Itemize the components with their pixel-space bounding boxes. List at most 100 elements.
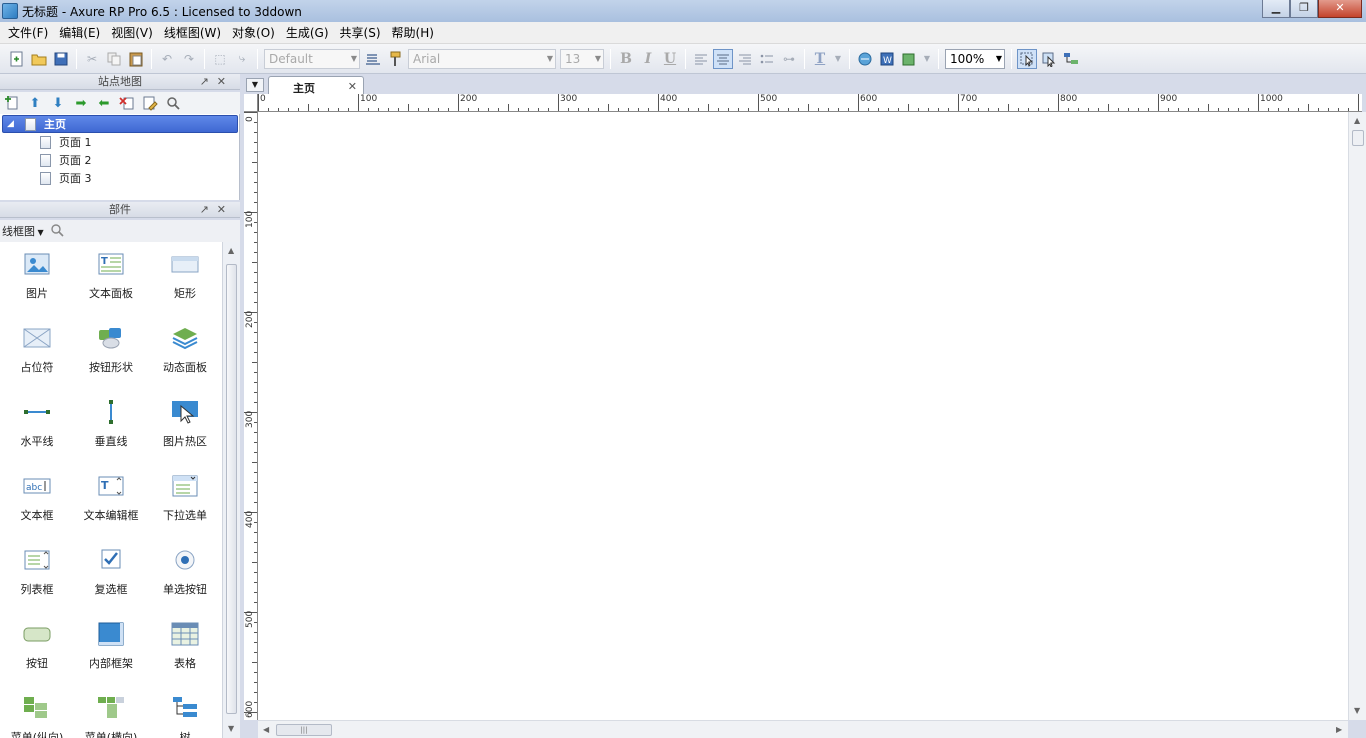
align-right-icon[interactable]	[735, 49, 755, 69]
canvas-vertical-scrollbar[interactable]: ▲ ▼	[1348, 112, 1366, 720]
connector-icon[interactable]: ⤷	[232, 49, 252, 69]
design-canvas[interactable]	[258, 112, 1348, 720]
pin-icon[interactable]: ↗	[200, 75, 217, 88]
select-mode-icon[interactable]	[1017, 48, 1037, 69]
widget-rectangle[interactable]: 矩形	[148, 252, 222, 301]
widget-hotspot[interactable]: 图片热区	[148, 400, 222, 449]
font-combo[interactable]: Arial ▼	[408, 48, 556, 69]
widget-button-shape[interactable]: 按钮形状	[74, 326, 148, 375]
page-properties-icon[interactable]	[140, 94, 160, 112]
scroll-up-icon[interactable]: ▲	[228, 246, 234, 255]
italic-button[interactable]: I	[638, 49, 658, 69]
tree-icon[interactable]	[1061, 49, 1081, 69]
zoom-combo[interactable]: 100% ▼	[945, 48, 1005, 69]
underline-button[interactable]: U	[660, 49, 680, 69]
menu-wireframe[interactable]: 线框图(W)	[160, 22, 225, 44]
widget-radio-button[interactable]: 单选按钮	[148, 548, 222, 597]
scrollbar-thumb[interactable]: |||	[276, 724, 332, 736]
widget-dropdown[interactable]: 下拉选单	[148, 474, 222, 523]
close-button[interactable]: ✕	[1318, 0, 1362, 18]
copy-icon[interactable]	[104, 49, 124, 69]
canvas-horizontal-scrollbar[interactable]: ◀ ||| ▶	[258, 720, 1348, 738]
new-file-icon[interactable]	[7, 49, 27, 69]
add-page-icon[interactable]	[2, 94, 22, 112]
widget-image[interactable]: 图片	[0, 252, 74, 301]
maximize-button[interactable]: ❐	[1290, 0, 1318, 18]
scrollbar-thumb[interactable]	[226, 264, 237, 714]
cut-icon[interactable]: ✂	[82, 49, 102, 69]
delete-page-icon[interactable]	[117, 94, 137, 112]
menu-help[interactable]: 帮助(H)	[388, 22, 438, 44]
bold-button[interactable]: B	[616, 49, 636, 69]
widget-list-box[interactable]: 列表框	[0, 548, 74, 597]
page-3[interactable]: 页面 3	[40, 169, 92, 187]
menu-edit[interactable]: 编辑(E)	[55, 22, 104, 44]
widget-text-field[interactable]: abc 文本框	[0, 474, 74, 523]
publish-icon[interactable]	[855, 49, 875, 69]
outdent-icon[interactable]: ⬅	[94, 94, 114, 112]
widget-vertical-menu[interactable]: 菜单(纵向)	[0, 696, 74, 738]
widget-horizontal-menu[interactable]: 菜单(横向)	[74, 696, 148, 738]
scrollbar-thumb[interactable]	[1352, 130, 1364, 146]
scroll-down-icon[interactable]: ▼	[1354, 706, 1360, 715]
move-up-icon[interactable]: ⬆	[25, 94, 45, 112]
bullets-icon[interactable]	[757, 49, 777, 69]
open-folder-icon[interactable]	[29, 49, 49, 69]
undo-icon[interactable]: ↶	[157, 49, 177, 69]
page-1[interactable]: 页面 1	[40, 133, 92, 151]
widget-placeholder[interactable]: 占位符	[0, 326, 74, 375]
scroll-left-icon[interactable]: ◀	[263, 725, 269, 734]
close-icon[interactable]: ✕	[348, 80, 357, 93]
align-center-icon[interactable]	[713, 48, 733, 69]
close-icon[interactable]: ✕	[217, 203, 234, 216]
menu-file[interactable]: 文件(F)	[4, 22, 52, 44]
chevron-down-icon[interactable]: ▼	[832, 49, 844, 69]
widget-vertical-line[interactable]: 垂直线	[74, 400, 148, 449]
widget-text-panel[interactable]: T 文本面板	[74, 252, 148, 301]
collapse-icon[interactable]: ◢	[7, 119, 17, 129]
scroll-right-icon[interactable]: ▶	[1336, 725, 1342, 734]
tab-home[interactable]: 主页 ✕	[268, 76, 364, 96]
minimize-button[interactable]: ▁	[1262, 0, 1290, 18]
widget-inline-frame[interactable]: 内部框架	[74, 622, 148, 671]
link-icon[interactable]: ⊶	[779, 49, 799, 69]
style-combo[interactable]: Default ▼	[264, 48, 360, 69]
connect-mode-icon[interactable]	[1039, 49, 1059, 69]
page-2[interactable]: 页面 2	[40, 151, 92, 169]
scroll-up-icon[interactable]: ▲	[1354, 116, 1360, 125]
size-combo[interactable]: 13 ▼	[560, 48, 604, 69]
chevron-down-icon[interactable]: ▼	[921, 49, 933, 69]
text-color-button[interactable]: T	[810, 49, 830, 69]
widget-text-area[interactable]: T 文本编辑框	[74, 474, 148, 523]
menu-object[interactable]: 对象(O)	[228, 22, 279, 44]
move-down-icon[interactable]: ⬇	[48, 94, 68, 112]
menu-view[interactable]: 视图(V)	[107, 22, 157, 44]
format-painter-icon[interactable]	[385, 49, 405, 69]
tab-list-button[interactable]: ▼	[246, 78, 264, 92]
widget-library-select[interactable]: 线框图 ▼	[2, 223, 44, 239]
search-icon[interactable]	[50, 223, 64, 240]
menu-share[interactable]: 共享(S)	[336, 22, 385, 44]
page-home[interactable]: ◢ 主页	[2, 115, 238, 133]
widget-button[interactable]: 按钮	[0, 622, 74, 671]
menu-generate[interactable]: 生成(G)	[282, 22, 333, 44]
pin-icon[interactable]: ↗	[200, 203, 217, 216]
widget-dynamic-panel[interactable]: 动态面板	[148, 326, 222, 375]
save-icon[interactable]	[51, 49, 71, 69]
widget-checkbox[interactable]: 复选框	[74, 548, 148, 597]
align-left-icon[interactable]	[691, 49, 711, 69]
search-icon[interactable]	[163, 94, 183, 112]
widget-horizontal-line[interactable]: 水平线	[0, 400, 74, 449]
export-icon[interactable]	[899, 49, 919, 69]
paste-icon[interactable]	[126, 49, 146, 69]
widget-table[interactable]: 表格	[148, 622, 222, 671]
scroll-down-icon[interactable]: ▼	[228, 724, 234, 733]
widget-tree[interactable]: 树	[148, 696, 222, 738]
close-icon[interactable]: ✕	[217, 75, 234, 88]
text-style-icon[interactable]	[363, 49, 383, 69]
pointer-icon[interactable]: ⬚	[210, 49, 230, 69]
word-icon[interactable]: W	[877, 49, 897, 69]
redo-icon[interactable]: ↷	[179, 49, 199, 69]
indent-icon[interactable]: ➡	[71, 94, 91, 112]
widgets-scrollbar[interactable]: ▲ ▼	[222, 242, 240, 738]
